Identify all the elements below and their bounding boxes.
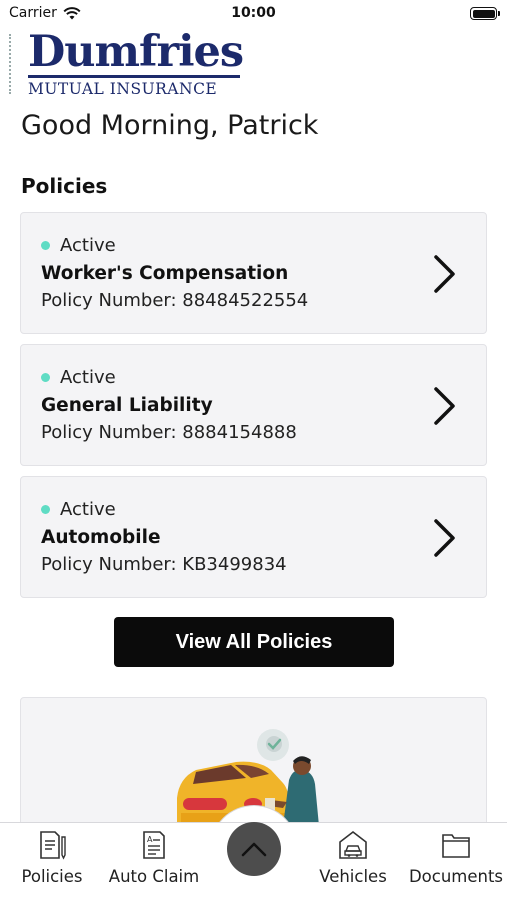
greeting-text: Good Morning, Patrick — [21, 110, 319, 141]
logo-edge-dots — [9, 34, 12, 94]
policy-name: General Liability — [41, 395, 213, 416]
policy-name: Worker's Compensation — [41, 263, 289, 284]
logo-name: Dumfries — [28, 27, 244, 77]
policy-document-icon — [40, 831, 66, 860]
policy-status-label: Active — [60, 499, 116, 520]
policy-card-automobile[interactable]: Active Automobile Policy Number: KB34998… — [20, 476, 487, 598]
claim-form-icon: A — [143, 831, 165, 859]
policy-number: Policy Number: KB3499834 — [41, 554, 287, 575]
policies-section-title: Policies — [21, 174, 108, 198]
tab-label: Documents — [408, 867, 504, 886]
policy-card-workers-comp[interactable]: Active Worker's Compensation Policy Numb… — [20, 212, 487, 334]
battery-icon — [470, 7, 500, 20]
active-status-dot — [41, 505, 50, 514]
policy-status: Active — [41, 235, 116, 256]
folder-icon — [442, 834, 470, 858]
tab-auto-claim[interactable]: A Auto Claim — [108, 829, 200, 886]
active-status-dot — [41, 241, 50, 250]
policy-card-general-liability[interactable]: Active General Liability Policy Number: … — [20, 344, 487, 466]
logo-subtitle: MUTUAL INSURANCE — [28, 80, 218, 98]
active-status-dot — [41, 373, 50, 382]
chevron-right-icon[interactable] — [432, 253, 458, 295]
tab-policies[interactable]: Policies — [16, 829, 88, 886]
expand-menu-button[interactable] — [227, 822, 281, 876]
chevron-right-icon[interactable] — [432, 517, 458, 559]
policy-name: Automobile — [41, 527, 161, 548]
dumfries-logo: Dumfries MUTUAL INSURANCE — [28, 27, 244, 98]
chevron-up-icon — [241, 842, 267, 857]
svg-text:A: A — [147, 835, 153, 844]
policy-status: Active — [41, 367, 116, 388]
policy-status: Active — [41, 499, 116, 520]
tab-label: Auto Claim — [108, 867, 200, 886]
tab-documents[interactable]: Documents — [408, 829, 504, 886]
status-time: 10:00 — [231, 5, 276, 21]
tab-vehicles[interactable]: Vehicles — [318, 829, 388, 886]
garage-car-icon — [339, 830, 367, 859]
tab-label: Vehicles — [319, 867, 387, 886]
policy-status-label: Active — [60, 235, 116, 256]
status-bar: Carrier 10:00 — [0, 0, 507, 28]
policy-status-label: Active — [60, 367, 116, 388]
tab-label: Policies — [21, 867, 83, 886]
chevron-right-icon[interactable] — [432, 385, 458, 427]
policy-number: Policy Number: 8884154888 — [41, 422, 297, 443]
policy-number: Policy Number: 88484522554 — [41, 290, 309, 311]
view-all-policies-button[interactable]: View All Policies — [114, 617, 394, 667]
